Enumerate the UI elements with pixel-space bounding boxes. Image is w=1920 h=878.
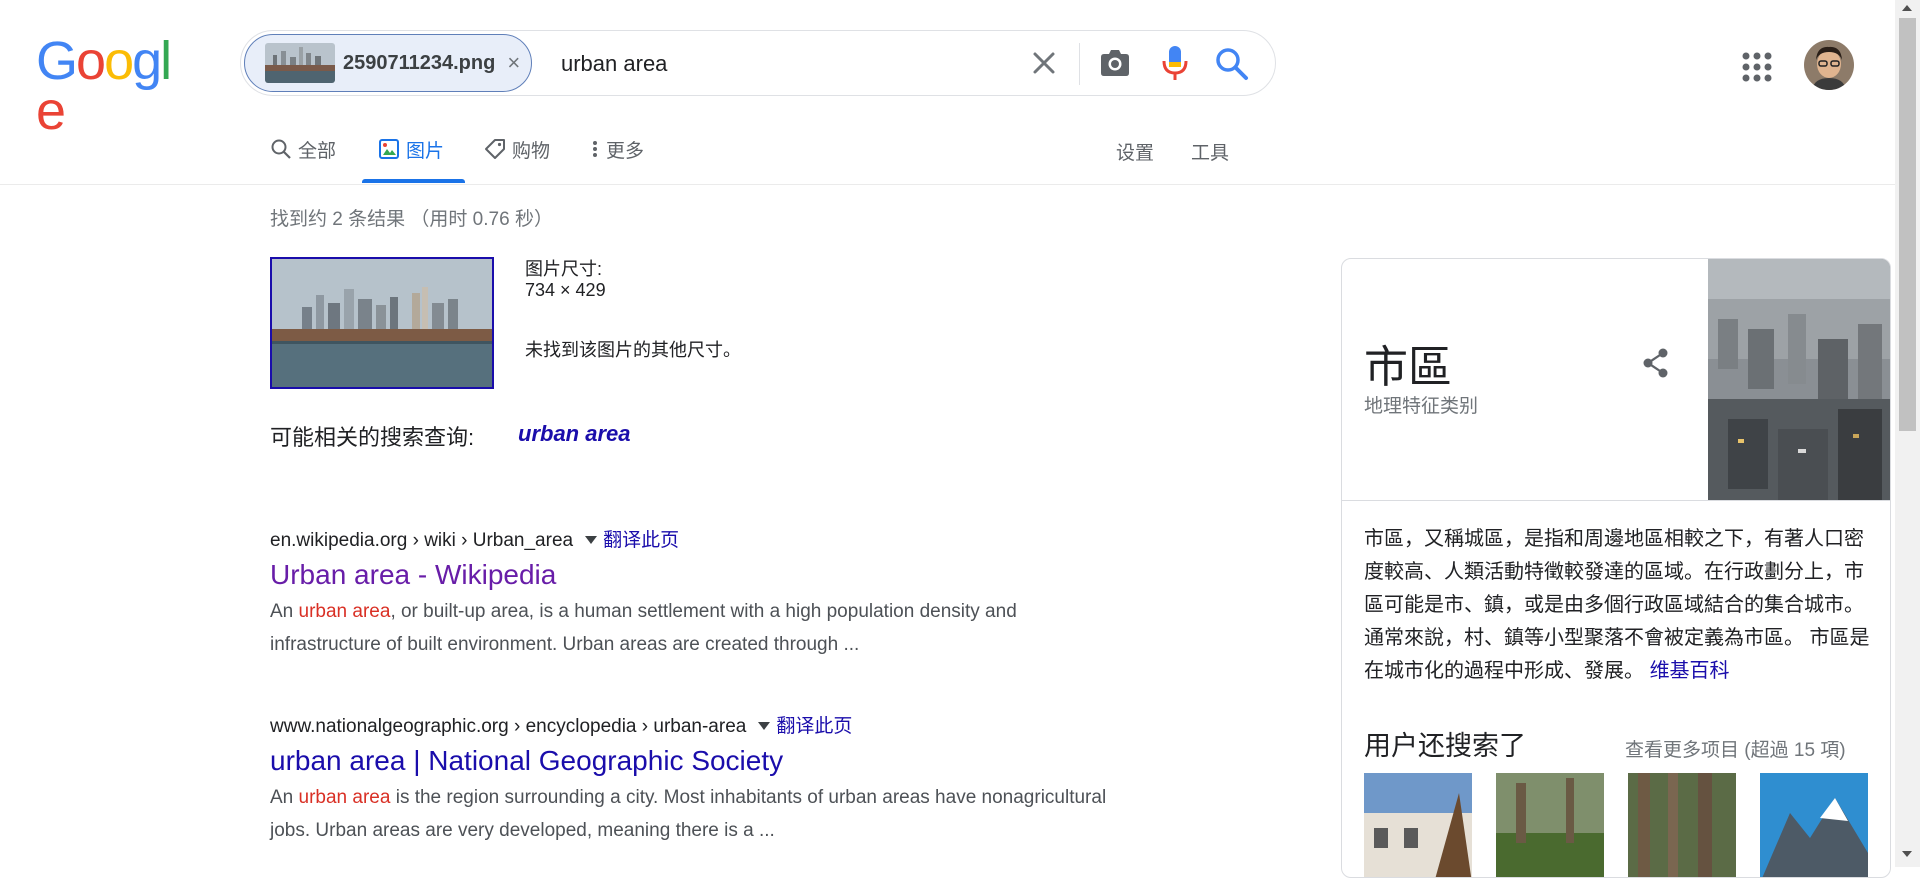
tab-shopping[interactable]: 购物 <box>484 136 550 184</box>
search-box[interactable]: 2590711234.png × <box>240 30 1276 96</box>
settings-link[interactable]: 设置 <box>1116 138 1154 165</box>
apps-grid-icon[interactable] <box>1742 52 1772 82</box>
result-snippet: An urban area is the region surrounding … <box>270 781 1110 847</box>
kp-related-thumbnail[interactable] <box>1760 773 1868 877</box>
result-title[interactable]: urban area | National Geographic Society <box>270 745 1110 777</box>
active-tab-indicator <box>362 179 465 183</box>
avatar[interactable] <box>1804 40 1854 90</box>
result-title[interactable]: Urban area - Wikipedia <box>270 559 1110 591</box>
google-logo[interactable]: Google <box>36 34 174 138</box>
more-vert-icon <box>593 141 597 157</box>
kp-related-thumbnail[interactable] <box>1364 773 1472 877</box>
kp-title: 市區 <box>1364 343 1452 392</box>
kp-source-link[interactable]: 维基百科 <box>1650 660 1730 682</box>
clear-icon[interactable] <box>1026 45 1062 81</box>
caret-down-icon[interactable] <box>758 721 771 730</box>
search-tabs: 全部 图片 购物 更多 设置 工具 <box>0 126 1895 185</box>
search-input[interactable] <box>559 45 993 83</box>
result-url-row: www.nationalgeographic.org › encyclopedi… <box>270 711 1110 738</box>
result-snippet: An urban area, or built-up area, is a hu… <box>270 595 1110 661</box>
chip-close-icon[interactable]: × <box>507 50 520 76</box>
tab-shopping-label: 购物 <box>512 141 551 162</box>
result-url[interactable]: www.nationalgeographic.org › encyclopedi… <box>270 716 746 737</box>
result-stats: 找到约 2 条结果 （用时 0.76 秒） <box>270 209 553 230</box>
scrollbar-thumb[interactable] <box>1899 18 1916 431</box>
caret-down-icon[interactable] <box>585 535 598 544</box>
result-url[interactable]: en.wikipedia.org › wiki › Urban_area <box>270 530 573 551</box>
tab-images-label: 图片 <box>406 141 445 162</box>
snippet-text: is the region surrounding a city. Most i… <box>270 787 1107 841</box>
knowledge-panel: 市區 地理特征类别 市區，又稱城區，是指和周邊地區相較之下，有著人口密度較高、人… <box>1341 258 1891 878</box>
search-result: www.nationalgeographic.org › encyclopedi… <box>270 711 1110 847</box>
related-query-link[interactable]: urban area <box>518 421 631 447</box>
snippet-text: An <box>270 787 299 808</box>
kp-description-text: 市區，又稱城區，是指和周邊地區相較之下，有著人口密度較高、人類活動特徵較發達的區… <box>1364 528 1870 682</box>
kp-description: 市區，又稱城區，是指和周邊地區相較之下，有著人口密度較高、人類活動特徵較發達的區… <box>1364 523 1874 688</box>
tab-all[interactable]: 全部 <box>270 136 336 184</box>
scroll-up-arrow-icon[interactable] <box>1902 5 1912 11</box>
search-image-chip[interactable]: 2590711234.png × <box>244 34 532 92</box>
image-icon <box>379 139 399 159</box>
tools-link[interactable]: 工具 <box>1191 138 1229 165</box>
kp-related-thumbnail[interactable] <box>1496 773 1604 877</box>
search-icon[interactable] <box>1213 45 1251 83</box>
related-query-label: 可能相关的搜索查询: <box>270 425 475 450</box>
image-size-value: 734 × 429 <box>525 280 606 300</box>
tab-more[interactable]: 更多 <box>590 136 644 184</box>
no-other-sizes-text: 未找到该图片的其他尺寸。 <box>525 340 741 360</box>
tag-icon <box>485 139 505 159</box>
chip-thumbnail <box>265 43 335 83</box>
translate-link[interactable]: 翻译此页 <box>603 530 679 551</box>
translate-link[interactable]: 翻译此页 <box>776 716 852 737</box>
kp-see-more-link[interactable]: 查看更多项目 (超過 15 項) <box>1625 735 1846 762</box>
microphone-icon[interactable] <box>1157 43 1193 83</box>
query-image-thumbnail[interactable] <box>270 257 494 389</box>
search-result: en.wikipedia.org › wiki › Urban_area 翻译此页… <box>270 525 1110 661</box>
chip-filename: 2590711234.png <box>343 51 496 74</box>
kp-people-also-search: 用户还搜索了 <box>1364 731 1526 761</box>
snippet-highlight: urban area <box>298 601 391 622</box>
page-scrollbar[interactable] <box>1895 0 1920 867</box>
search-icon <box>271 139 291 159</box>
snippet-highlight: urban area <box>298 787 391 808</box>
kp-city-image[interactable] <box>1708 259 1890 500</box>
image-size-label: 图片尺寸: <box>525 259 603 279</box>
scroll-down-arrow-icon[interactable] <box>1902 851 1912 857</box>
tab-more-label: 更多 <box>606 141 645 162</box>
kp-subtitle: 地理特征类别 <box>1364 396 1479 417</box>
tab-all-label: 全部 <box>298 141 337 162</box>
snippet-text: An <box>270 601 299 622</box>
result-url-row: en.wikipedia.org › wiki › Urban_area 翻译此页 <box>270 525 1110 552</box>
kp-related-thumbnail[interactable] <box>1628 773 1736 877</box>
tab-images[interactable]: 图片 <box>378 136 444 184</box>
kp-divider <box>1342 500 1890 501</box>
share-icon[interactable] <box>1638 345 1674 381</box>
camera-icon[interactable] <box>1097 45 1133 81</box>
search-divider <box>1079 43 1080 85</box>
